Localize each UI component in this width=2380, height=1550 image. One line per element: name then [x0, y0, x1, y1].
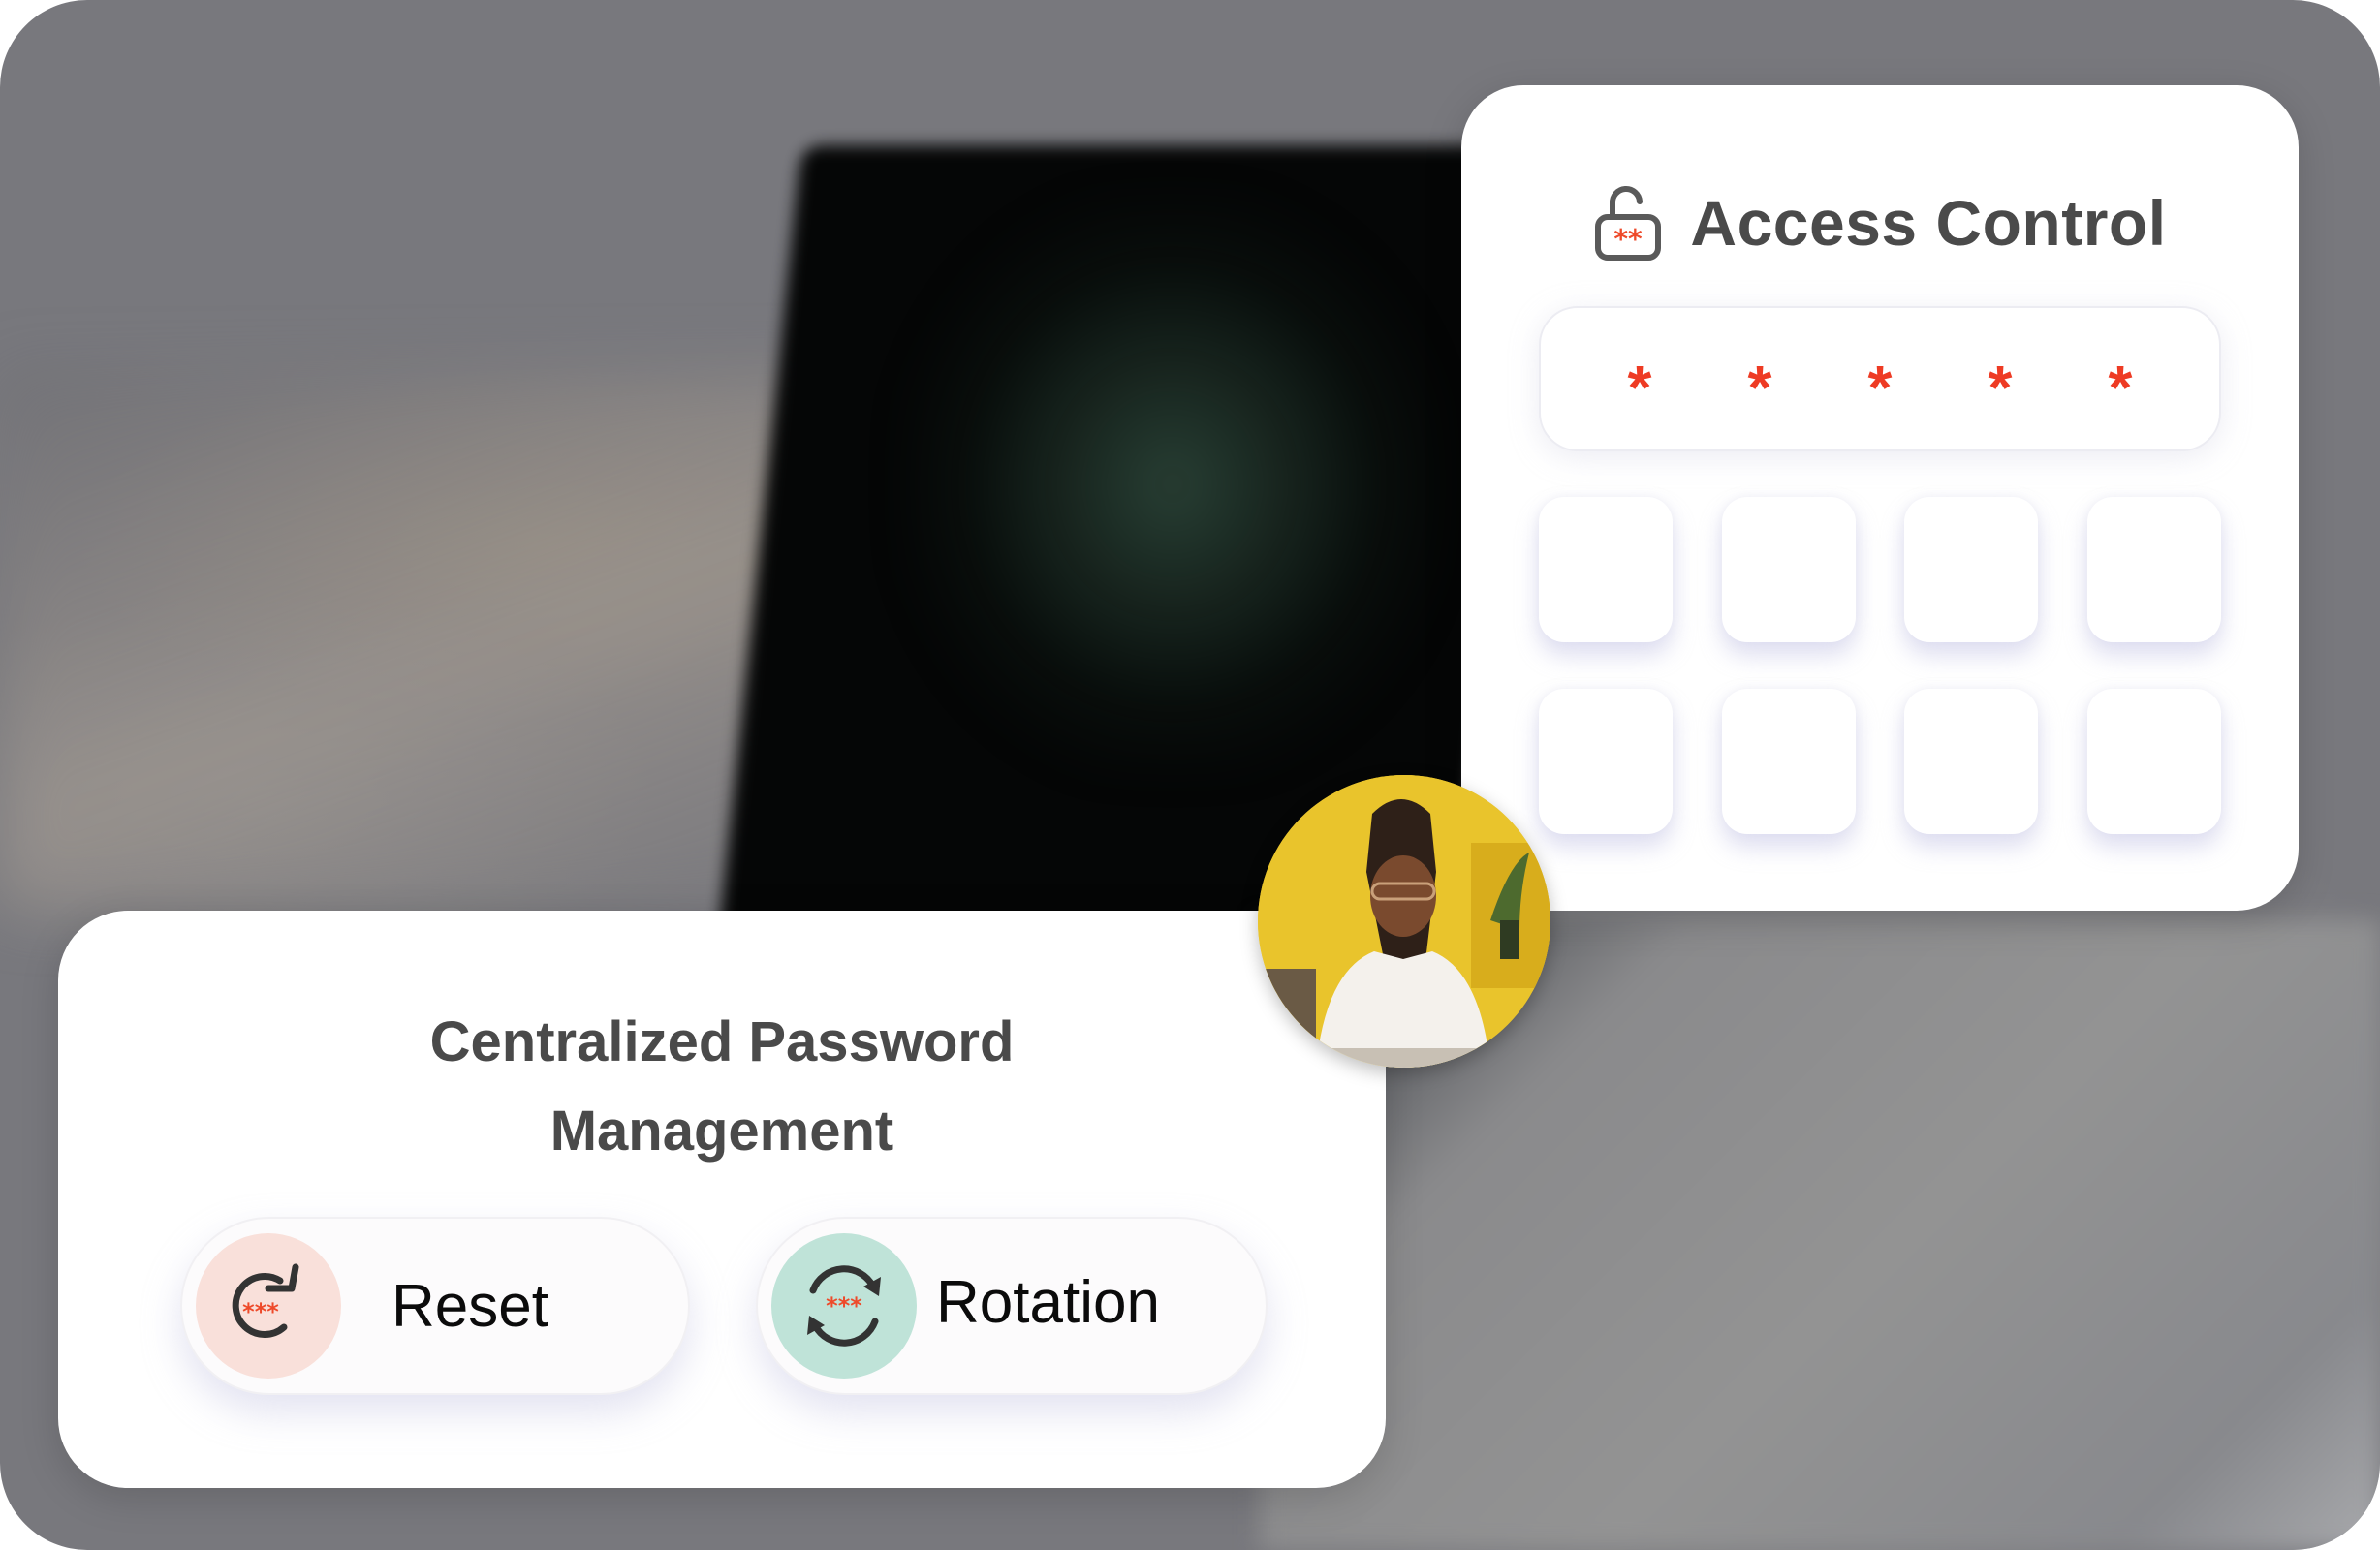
rotation-button[interactable]: *** Rotation	[756, 1217, 1268, 1395]
reset-arrow-icon: ***	[232, 1263, 299, 1338]
keypad-key[interactable]	[1721, 689, 1856, 834]
title-line-1: Centralized Password	[429, 1010, 1015, 1073]
reset-icon-badge: ***	[196, 1233, 341, 1379]
pin-char: *	[2108, 353, 2133, 422]
keypad-key[interactable]	[1904, 497, 2039, 642]
access-control-title: Access Control	[1690, 187, 2167, 259]
reset-button[interactable]: *** Reset	[180, 1217, 690, 1395]
keypad-key[interactable]	[1721, 497, 1856, 642]
keypad-key[interactable]	[1539, 689, 1673, 834]
access-control-header: ** Access Control	[1461, 174, 2299, 271]
keypad	[1539, 497, 2221, 834]
keypad-key[interactable]	[1539, 497, 1673, 642]
keypad-key[interactable]	[2086, 689, 2221, 834]
password-management-card: Centralized Password Management *** Rese…	[58, 911, 1386, 1488]
pin-char: *	[1747, 353, 1772, 422]
access-control-card: ** Access Control * * * * *	[1461, 85, 2299, 911]
keypad-key[interactable]	[2086, 497, 2221, 642]
title-line-2: Management	[549, 1100, 894, 1162]
rotation-label: Rotation	[936, 1268, 1160, 1336]
user-avatar	[1258, 775, 1550, 1068]
avatar-photo	[1258, 775, 1550, 1068]
pin-char: *	[1867, 353, 1893, 422]
pin-input[interactable]: * * * * *	[1539, 306, 2221, 451]
password-management-title: Centralized Password Management	[58, 998, 1386, 1176]
keypad-key[interactable]	[1904, 689, 2039, 834]
reset-icon-badge-text: ***	[242, 1298, 279, 1325]
pin-char: *	[1988, 353, 2013, 422]
pin-char: *	[1627, 353, 1652, 422]
reset-label: Reset	[391, 1272, 548, 1340]
unlocked-padlock-icon: **	[1595, 185, 1662, 261]
background-desk	[0, 368, 833, 911]
svg-text:**: **	[1614, 223, 1644, 255]
rotation-arrows-icon: ***	[807, 1265, 881, 1347]
rotation-icon-badge: ***	[771, 1233, 917, 1379]
rotation-icon-badge-text: ***	[826, 1292, 862, 1319]
background-laptop-screen	[901, 194, 1444, 775]
